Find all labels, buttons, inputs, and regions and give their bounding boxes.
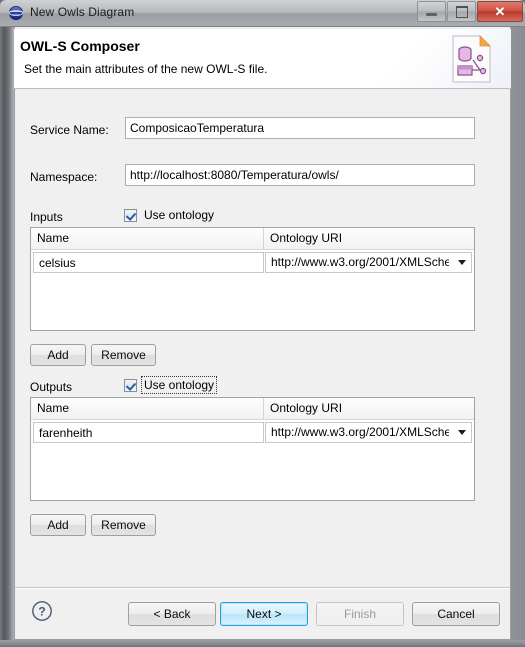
help-question-icon[interactable]: ?	[31, 600, 53, 622]
svg-text:?: ?	[38, 605, 45, 619]
outputs-row-name-input[interactable]	[33, 422, 264, 443]
chevron-down-icon[interactable]	[458, 260, 466, 265]
inputs-row-ontology-combo[interactable]: http://www.w3.org/2001/XMLSche	[265, 252, 472, 273]
outputs-section-label: Outputs	[30, 380, 73, 394]
checkbox-checked-icon	[124, 378, 137, 392]
inputs-use-ontology-checkbox[interactable]: Use ontology	[124, 207, 216, 223]
wizard-footer: ? < Back Next > Finish Cancel	[15, 589, 510, 639]
window-controls: ✕	[416, 1, 523, 23]
inputs-column-name: Name	[31, 228, 264, 249]
table-row[interactable]: http://www.w3.org/2001/XMLSche	[31, 420, 474, 444]
window-bottom-edge	[0, 640, 525, 647]
inputs-table-header: Name Ontology URI	[31, 228, 474, 250]
close-button[interactable]: ✕	[477, 1, 523, 22]
inputs-section-label: Inputs	[30, 210, 63, 224]
owls-document-icon	[445, 33, 497, 85]
inputs-use-ontology-label: Use ontology	[144, 208, 215, 222]
checkbox-checked-icon	[124, 208, 137, 222]
page-title: OWL-S Composer	[20, 38, 140, 54]
title-bar[interactable]: New Owls Diagram ✕	[0, 0, 525, 27]
wizard-header: OWL-S Composer Set the main attributes o…	[14, 29, 511, 89]
globe-icon	[8, 5, 24, 21]
back-button-label: < Back	[153, 607, 191, 621]
namespace-label: Namespace:	[30, 170, 98, 184]
inputs-table[interactable]: Name Ontology URI http://www.w3.org/2001…	[30, 227, 475, 331]
service-name-label: Service Name:	[30, 123, 109, 137]
inputs-add-button[interactable]: Add	[30, 344, 86, 366]
outputs-use-ontology-checkbox[interactable]: Use ontology	[124, 376, 218, 394]
wizard-form: Service Name: Namespace: Inputs Use onto…	[15, 90, 510, 587]
outputs-column-ontology-uri: Ontology URI	[270, 401, 343, 415]
finish-button: Finish	[316, 602, 404, 626]
window-title: New Owls Diagram	[30, 5, 135, 19]
outputs-row-ontology-value: http://www.w3.org/2001/XMLSche	[271, 425, 449, 439]
outputs-table-header: Name Ontology URI	[31, 398, 474, 420]
inputs-remove-button[interactable]: Remove	[91, 344, 156, 366]
inputs-row-ontology-value: http://www.w3.org/2001/XMLSche	[271, 255, 449, 269]
cancel-button-label: Cancel	[437, 607, 475, 621]
minimize-icon	[418, 2, 445, 21]
chevron-down-icon[interactable]	[458, 430, 466, 435]
outputs-remove-button[interactable]: Remove	[91, 514, 156, 536]
finish-button-label: Finish	[343, 607, 376, 621]
next-button[interactable]: Next >	[220, 602, 308, 626]
next-button-label: Next >	[246, 607, 282, 621]
outputs-column-name: Name	[31, 398, 264, 419]
back-button[interactable]: < Back	[128, 602, 216, 626]
minimize-button[interactable]	[417, 1, 446, 22]
table-row[interactable]: http://www.w3.org/2001/XMLSche	[31, 250, 474, 274]
close-icon: ✕	[494, 3, 506, 19]
cancel-button[interactable]: Cancel	[412, 602, 500, 626]
window-left-edge	[0, 27, 14, 640]
outputs-table[interactable]: Name Ontology URI http://www.w3.org/2001…	[30, 397, 475, 501]
namespace-input[interactable]	[125, 164, 475, 186]
page-subtitle: Set the main attributes of the new OWL-S…	[24, 62, 268, 76]
inputs-column-ontology-uri: Ontology URI	[270, 231, 343, 245]
dialog-window: New Owls Diagram ✕ OWL-S Composer Set th…	[0, 0, 525, 647]
inputs-row-name-input[interactable]	[33, 252, 264, 273]
service-name-input[interactable]	[125, 117, 475, 139]
maximize-icon	[448, 2, 475, 21]
outputs-use-ontology-label: Use ontology	[140, 376, 218, 394]
maximize-button[interactable]	[447, 1, 476, 22]
outputs-row-ontology-combo[interactable]: http://www.w3.org/2001/XMLSche	[265, 422, 472, 443]
outputs-add-button[interactable]: Add	[30, 514, 86, 536]
